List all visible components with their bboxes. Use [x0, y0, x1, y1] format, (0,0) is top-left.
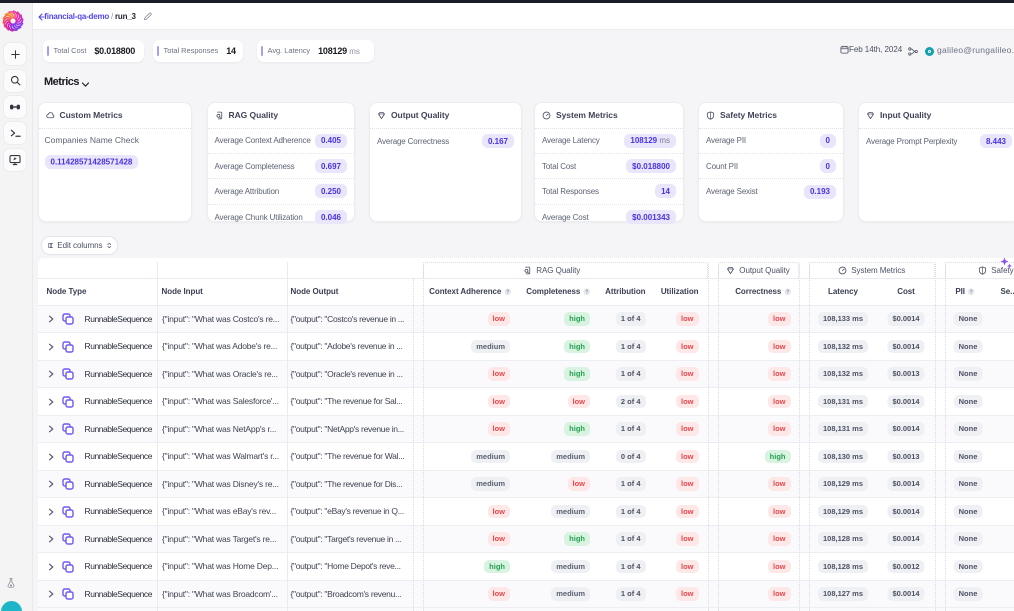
- svg-text:?: ?: [506, 289, 509, 295]
- svg-text:?: ?: [786, 289, 789, 295]
- svg-text:?: ?: [969, 289, 972, 295]
- svg-text:?: ?: [585, 289, 588, 295]
